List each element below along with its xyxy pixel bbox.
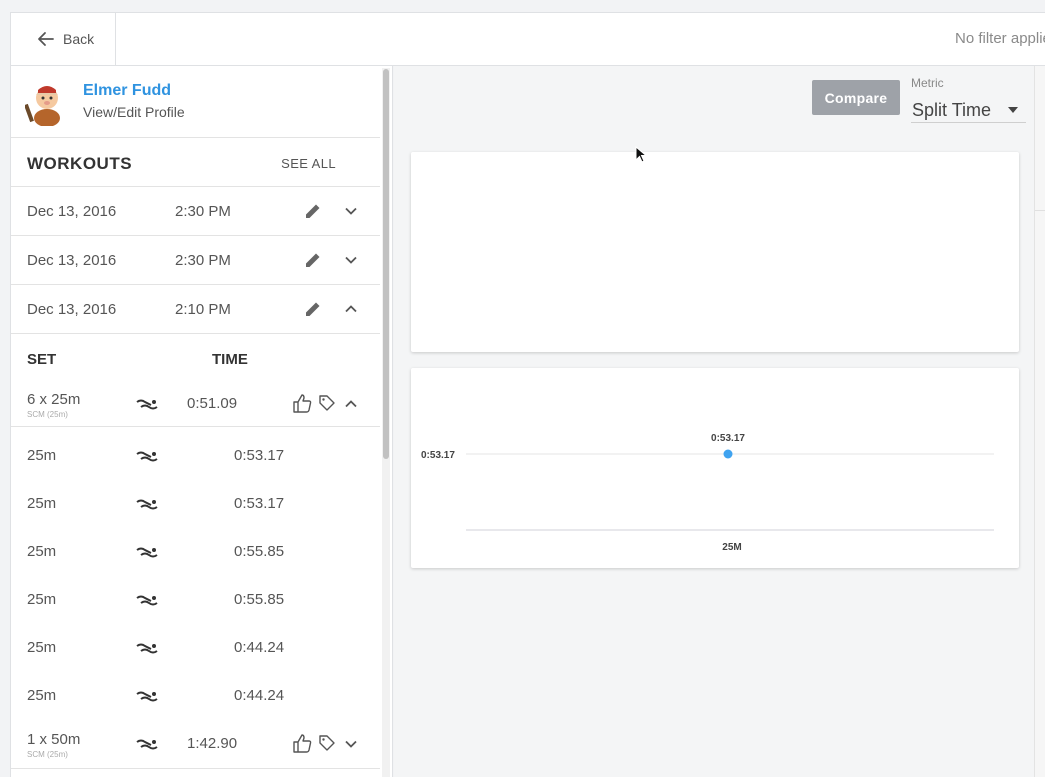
split-row[interactable]: 25m 0:44.24 <box>11 624 380 672</box>
mouse-cursor-icon <box>635 146 647 163</box>
chevron-down-icon[interactable] <box>344 737 358 751</box>
right-panel-edge <box>1034 66 1045 777</box>
set-group-time: 0:51.09 <box>187 395 238 412</box>
split-distance: 25m <box>27 543 57 560</box>
set-group-course: SCM (25m) <box>27 410 68 419</box>
workout-date: Dec 13, 2016 <box>27 301 117 318</box>
split-time: 0:44.24 <box>234 687 285 704</box>
edit-profile-link[interactable]: View/Edit Profile <box>83 104 185 120</box>
metric-label: Metric <box>911 76 944 90</box>
metric-select[interactable]: Split Time <box>911 96 1026 123</box>
sidebar-scrollbar-thumb[interactable] <box>383 69 389 459</box>
set-group-name: 1 x 50m <box>27 731 81 748</box>
split-distance: 25m <box>27 447 57 464</box>
avatar[interactable] <box>25 80 69 126</box>
top-bar: Back No filter applied <box>10 12 1045 66</box>
workout-time: 2:10 PM <box>175 301 231 318</box>
back-button[interactable]: Back <box>11 13 116 65</box>
empty-chart-card <box>411 152 1019 352</box>
split-row[interactable]: 25m 0:55.85 <box>11 576 380 624</box>
arrow-left-icon <box>38 32 54 46</box>
set-group-row[interactable]: 6 x 25m SCM (25m) 0:51.09 <box>11 381 380 427</box>
set-group-name: 6 x 25m <box>27 391 81 408</box>
swimmer-icon <box>136 643 158 654</box>
set-column-header: SET <box>27 351 57 368</box>
pencil-icon[interactable] <box>303 201 323 221</box>
caret-down-icon <box>1008 107 1018 113</box>
split-row[interactable]: 25m 0:53.17 <box>11 480 380 528</box>
back-label: Back <box>63 31 95 47</box>
split-distance: 25m <box>27 639 57 656</box>
swimmer-icon <box>136 691 158 702</box>
set-group-course: SCM (25m) <box>27 750 68 759</box>
pencil-icon[interactable] <box>303 250 323 270</box>
workout-time: 2:30 PM <box>175 203 231 220</box>
tag-icon[interactable] <box>318 394 336 412</box>
workout-time: 2:30 PM <box>175 252 231 269</box>
split-row[interactable]: 25m 0:55.85 <box>11 528 380 576</box>
time-column-header: TIME <box>212 351 248 368</box>
compare-button[interactable]: Compare <box>812 80 900 115</box>
workout-row[interactable]: Dec 13, 2016 2:10 PM <box>11 285 380 334</box>
metric-value: Split Time <box>912 100 992 120</box>
filter-status: No filter applied <box>955 30 1045 47</box>
split-row[interactable]: 25m 0:44.24 <box>11 672 380 720</box>
chevron-down-icon[interactable] <box>344 253 358 267</box>
swimmer-icon <box>136 451 158 462</box>
sidebar: Elmer Fudd View/Edit Profile WORKOUTS SE… <box>10 66 393 777</box>
workouts-title: WORKOUTS <box>27 154 133 173</box>
pencil-icon[interactable] <box>303 299 323 319</box>
data-point <box>723 449 733 459</box>
set-group-time: 1:42.90 <box>187 735 238 752</box>
x-tick-label: 25M <box>722 542 741 553</box>
data-label: 0:53.17 <box>711 433 745 444</box>
split-time: 0:53.17 <box>234 495 285 512</box>
thumbs-up-icon[interactable] <box>291 392 313 414</box>
split-row[interactable]: 25m 0:53.17 <box>11 432 380 480</box>
chevron-up-icon[interactable] <box>344 302 358 316</box>
workouts-header: WORKOUTS SEE ALL <box>11 138 380 187</box>
set-group-row[interactable]: 1 x 50m SCM (25m) 1:42.90 <box>11 721 380 769</box>
split-time: 0:55.85 <box>234 543 285 560</box>
chevron-up-icon[interactable] <box>344 397 358 411</box>
thumbs-up-icon[interactable] <box>291 732 313 754</box>
see-all-link[interactable]: SEE ALL <box>281 156 336 171</box>
workout-row[interactable]: Dec 13, 2016 2:30 PM <box>11 236 380 285</box>
divider <box>1035 210 1045 211</box>
split-distance: 25m <box>27 495 57 512</box>
split-time: 0:53.17 <box>234 447 285 464</box>
workout-date: Dec 13, 2016 <box>27 203 117 220</box>
split-time: 0:44.24 <box>234 639 285 656</box>
split-chart: 0:53.17 25M 0:53.17 <box>421 433 994 553</box>
tag-icon[interactable] <box>318 734 336 752</box>
swimmer-icon <box>136 739 158 750</box>
workout-row[interactable]: Dec 13, 2016 2:30 PM <box>11 187 380 236</box>
workout-date: Dec 13, 2016 <box>27 252 117 269</box>
sets-header: SET TIME <box>11 335 380 381</box>
split-distance: 25m <box>27 591 57 608</box>
profile-section: Elmer Fudd View/Edit Profile <box>11 66 380 138</box>
chevron-down-icon[interactable] <box>344 204 358 218</box>
swimmer-icon <box>136 399 158 410</box>
swimmer-icon <box>136 547 158 558</box>
split-time: 0:55.85 <box>234 591 285 608</box>
swimmer-icon <box>136 499 158 510</box>
split-chart-card: 0:53.17 25M 0:53.17 <box>411 368 1019 568</box>
profile-name[interactable]: Elmer Fudd <box>83 82 171 100</box>
y-tick-label: 0:53.17 <box>421 450 455 461</box>
swimmer-icon <box>136 595 158 606</box>
split-distance: 25m <box>27 687 57 704</box>
